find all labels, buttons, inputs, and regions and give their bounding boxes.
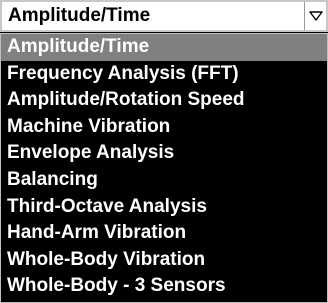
- analysis-mode-dropdown: Amplitude/Time Amplitude/Time Frequency …: [0, 0, 328, 303]
- triangle-down-icon: [308, 11, 323, 21]
- option-amplitude-rotation-speed[interactable]: Amplitude/Rotation Speed: [1, 87, 327, 114]
- option-frequency-analysis-fft[interactable]: Frequency Analysis (FFT): [1, 61, 327, 88]
- analysis-mode-select[interactable]: Amplitude/Time: [0, 0, 328, 32]
- option-hand-arm-vibration[interactable]: Hand-Arm Vibration: [1, 220, 327, 247]
- option-third-octave-analysis[interactable]: Third-Octave Analysis: [1, 194, 327, 221]
- option-machine-vibration[interactable]: Machine Vibration: [1, 114, 327, 141]
- option-whole-body-3-sensors[interactable]: Whole-Body - 3 Sensors: [1, 273, 327, 300]
- option-balancing[interactable]: Balancing: [1, 167, 327, 194]
- dropdown-toggle-button[interactable]: [304, 2, 326, 30]
- option-amplitude-time[interactable]: Amplitude/Time: [1, 34, 327, 61]
- option-envelope-analysis[interactable]: Envelope Analysis: [1, 140, 327, 167]
- selected-value: Amplitude/Time: [8, 5, 151, 26]
- options-list: Amplitude/Time Frequency Analysis (FFT) …: [0, 33, 328, 303]
- option-whole-body-vibration[interactable]: Whole-Body Vibration: [1, 247, 327, 274]
